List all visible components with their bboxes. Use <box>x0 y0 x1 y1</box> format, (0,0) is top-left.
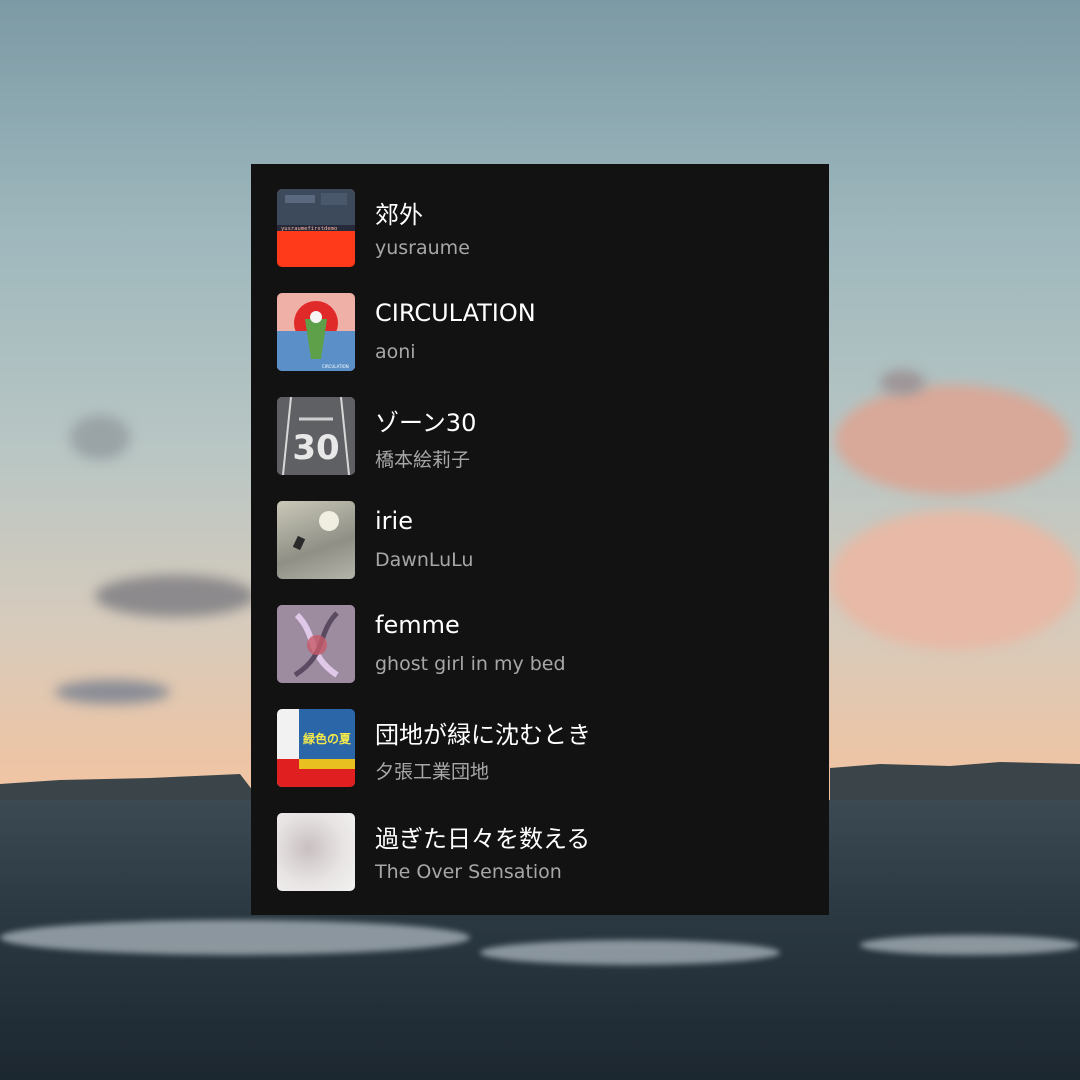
album-cover-circulation: CIRCULATION <box>277 293 355 371</box>
track-artist: The Over Sensation <box>375 861 562 883</box>
track-artist: 橋本絵莉子 <box>375 449 471 471</box>
track-title: 団地が緑に沈むとき <box>375 721 591 749</box>
album-cover-danchi: 緑色の夏 <box>277 709 355 787</box>
cloud <box>70 415 130 460</box>
cover-text: yusraumefirstdemo <box>281 226 337 232</box>
track-artist: DawnLuLu <box>375 549 474 571</box>
cloud <box>880 370 925 395</box>
playlist-item[interactable]: 緑色の夏 団地が緑に沈むとき 夕張工業団地 <box>277 709 817 787</box>
cloud <box>830 510 1080 650</box>
album-cover-femme <box>277 605 355 683</box>
track-title: 過ぎた日々を数える <box>375 825 591 853</box>
playlist-panel: yusraumefirstdemo 郊外 yusraume CIRCULATIO… <box>251 164 829 915</box>
track-title: irie <box>375 507 413 535</box>
cover-text: 緑色の夏 <box>303 731 352 746</box>
album-cover-irie <box>277 501 355 579</box>
album-cover-zone30: 30 <box>277 397 355 475</box>
cloud <box>835 385 1070 495</box>
playlist-item[interactable]: irie DawnLuLu <box>277 501 817 579</box>
track-title: femme <box>375 611 460 639</box>
album-cover-yusraume: yusraumefirstdemo <box>277 189 355 267</box>
track-title: ゾーン30 <box>375 409 477 437</box>
track-artist: ghost girl in my bed <box>375 653 566 675</box>
playlist-item[interactable]: yusraumefirstdemo 郊外 yusraume <box>277 189 817 267</box>
cloud <box>95 575 255 617</box>
cloud <box>55 680 170 704</box>
track-artist: yusraume <box>375 237 470 259</box>
track-artist: aoni <box>375 341 416 363</box>
track-title: CIRCULATION <box>375 299 536 327</box>
track-artist: 夕張工業団地 <box>375 761 490 783</box>
cover-text: CIRCULATION <box>322 364 349 369</box>
playlist-item[interactable]: 30 ゾーン30 橋本絵莉子 <box>277 397 817 475</box>
playlist-item[interactable]: 過ぎた日々を数える The Over Sensation <box>277 813 817 891</box>
playlist-item[interactable]: femme ghost girl in my bed <box>277 605 817 683</box>
album-cover-over-sensation <box>277 813 355 891</box>
playlist-item[interactable]: CIRCULATION CIRCULATION aoni <box>277 293 817 371</box>
wave <box>860 935 1080 955</box>
wave <box>0 920 470 955</box>
cover-text: 30 <box>292 428 339 468</box>
wave <box>480 940 780 965</box>
track-title: 郊外 <box>375 201 423 229</box>
